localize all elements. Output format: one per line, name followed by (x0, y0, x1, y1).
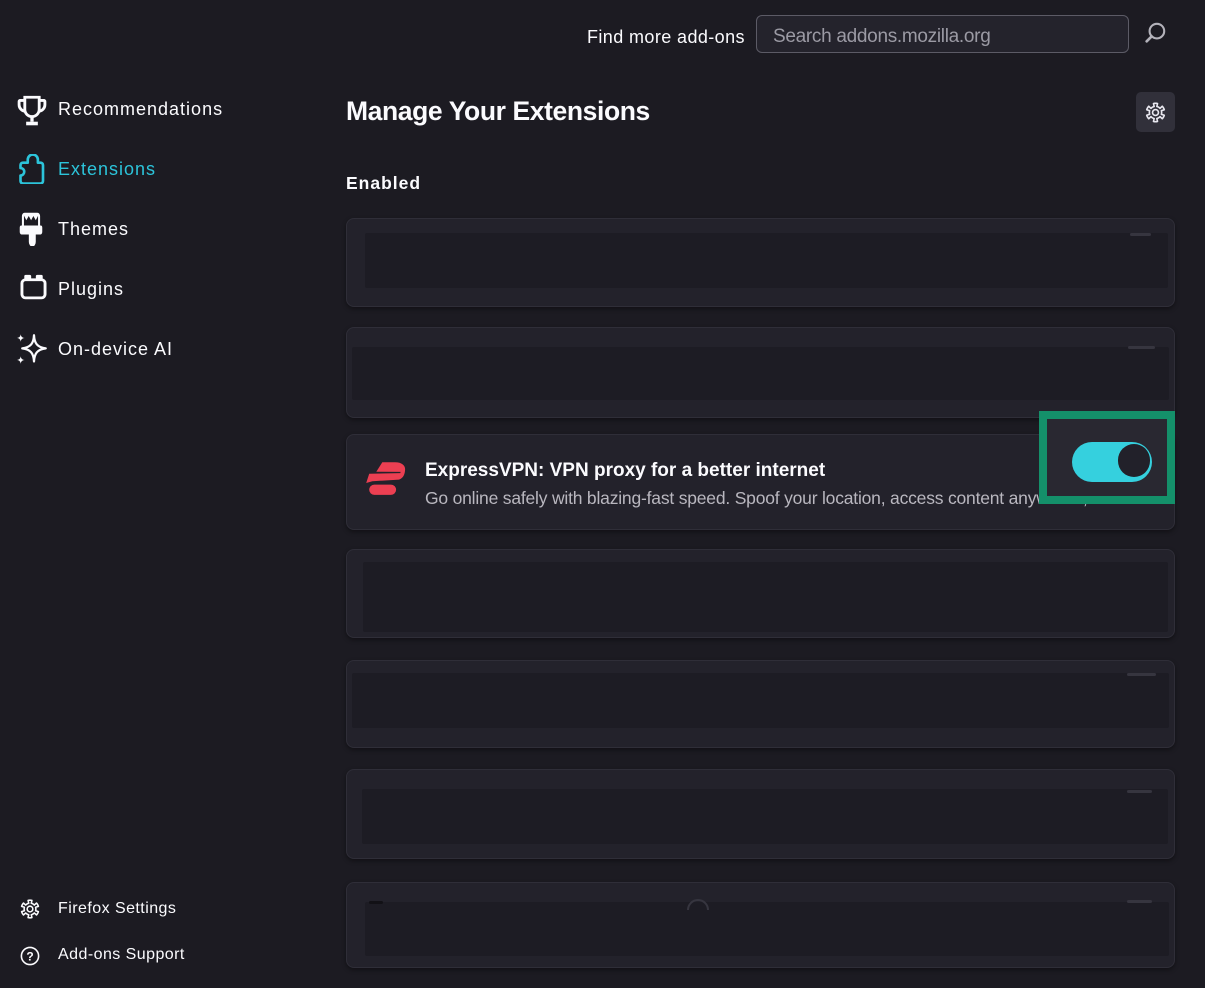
svg-text:?: ? (26, 949, 33, 963)
